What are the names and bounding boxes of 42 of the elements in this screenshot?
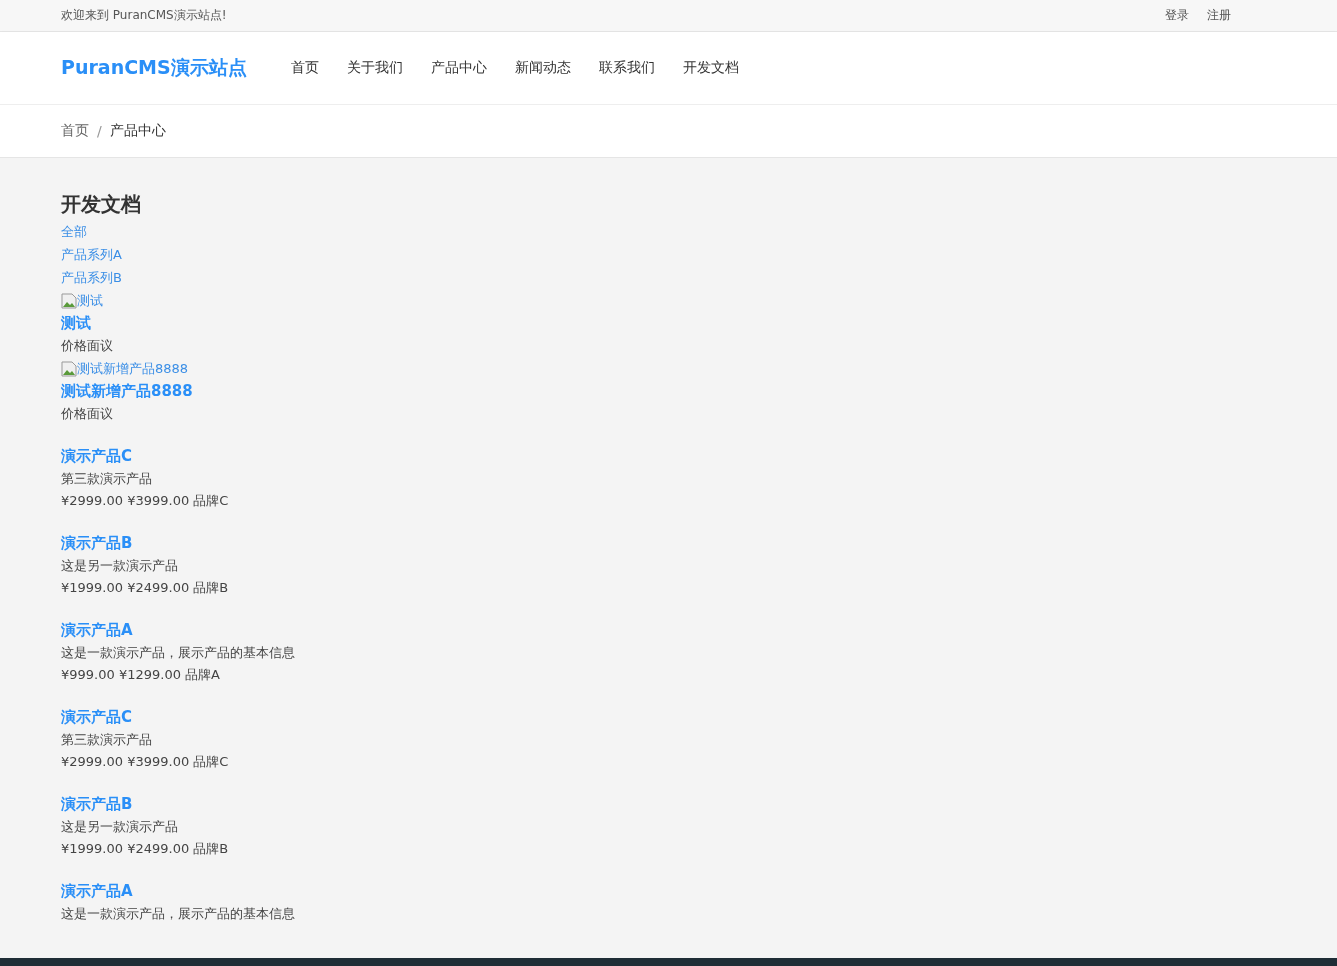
product-title[interactable]: 演示产品C — [61, 706, 132, 729]
welcome-text: 欢迎来到 PuranCMS演示站点! — [61, 7, 227, 24]
nav-link[interactable]: 新闻动态 — [514, 59, 571, 77]
product-description: 这是另一款演示产品 — [61, 557, 178, 575]
breadcrumb-link[interactable]: 产品中心 — [109, 122, 166, 140]
product-price: ¥2999.00 ¥3999.00 品牌C — [61, 492, 229, 510]
product-description: 这是一款演示产品，展示产品的基本信息 — [61, 644, 295, 662]
broken-image-icon — [61, 292, 77, 309]
category-link[interactable]: 产品系列B — [61, 266, 122, 289]
category-link[interactable]: 全部 — [61, 220, 87, 243]
product-price: ¥1999.00 ¥2499.00 品牌B — [61, 579, 229, 597]
breadcrumb-separator: / — [97, 123, 102, 139]
product-title[interactable]: 演示产品A — [61, 880, 133, 903]
product-price: ¥1999.00 ¥2499.00 品牌B — [61, 840, 229, 858]
product-title[interactable]: 演示产品B — [61, 532, 133, 555]
product-title[interactable]: 测试新增产品8888 — [61, 380, 193, 403]
nav-link[interactable]: 联系我们 — [598, 59, 655, 77]
product-description: 第三款演示产品 — [61, 470, 152, 488]
product-description: 第三款演示产品 — [61, 731, 152, 749]
broken-image-link[interactable]: 测试新增产品8888 — [61, 357, 189, 380]
product-price: ¥999.00 ¥1299.00 品牌A — [61, 666, 220, 684]
product-title[interactable]: 演示产品A — [61, 619, 133, 642]
product-price: 价格面议 — [61, 337, 113, 355]
broken-image-icon — [61, 360, 77, 377]
nav-link[interactable]: 首页 — [290, 59, 319, 77]
nav-link[interactable]: 开发文档 — [682, 59, 739, 77]
product-description: 这是一款演示产品，展示产品的基本信息 — [61, 905, 295, 923]
product-title[interactable]: 测试 — [61, 312, 91, 335]
product-description: 这是另一款演示产品 — [61, 818, 178, 836]
category-link[interactable]: 产品系列A — [61, 243, 122, 266]
breadcrumb-link[interactable]: 首页 — [61, 122, 89, 140]
site-logo[interactable]: PuranCMS演示站点 — [61, 55, 247, 81]
page-title: 开发文档 — [61, 191, 141, 218]
nav-link[interactable]: 产品中心 — [430, 59, 487, 77]
nav-link[interactable]: 关于我们 — [346, 59, 403, 77]
top-link[interactable]: 注册 — [1207, 7, 1231, 24]
product-price: ¥2999.00 ¥3999.00 品牌C — [61, 753, 229, 771]
broken-image-link[interactable]: 测试 — [61, 289, 103, 312]
product-title[interactable]: 演示产品C — [61, 445, 132, 468]
product-price: 价格面议 — [61, 405, 113, 423]
product-title[interactable]: 演示产品B — [61, 793, 133, 816]
top-link[interactable]: 登录 — [1165, 7, 1189, 24]
